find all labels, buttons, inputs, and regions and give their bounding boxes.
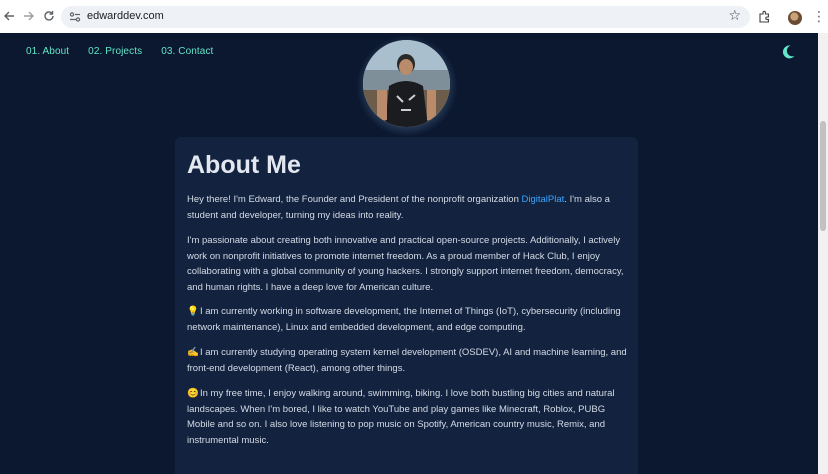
scrollbar-thumb[interactable] [820,121,826,231]
about-paragraph-studying: ✍I am currently studying operating syste… [187,347,627,374]
url-text[interactable]: edwarddev.com [87,10,164,22]
main-nav: 01. About 02. Projects 03. Contact [26,46,232,57]
browser-toolbar: edwarddev.com ☆ ⋮ [0,0,828,34]
forward-arrow-icon[interactable] [20,7,38,25]
reload-icon[interactable] [40,7,58,25]
page-viewport: 01. About 02. Projects 03. Contact About… [0,33,818,474]
address-bar[interactable]: edwarddev.com ☆ [61,6,750,28]
writing-hand-icon: ✍ [187,347,199,358]
smiling-face-icon: 😊 [187,388,199,399]
nav-link-contact[interactable]: 03. Contact [161,46,213,57]
digitalplat-link[interactable]: DigitalPlat [522,194,565,205]
about-title: About Me [187,151,301,179]
bookmark-star-icon[interactable]: ☆ [728,8,741,24]
about-paragraph-intro: Hey there! I'm Edward, the Founder and P… [187,194,610,221]
extensions-icon[interactable] [755,7,773,25]
page-scrollbar[interactable] [818,33,828,474]
moon-icon[interactable] [780,44,796,60]
browser-menu-icon[interactable]: ⋮ [812,10,826,24]
about-card: About Me Hey there! I'm Edward, the Foun… [175,137,638,474]
about-paragraph-freetime: 😊In my free time, I enjoy walking around… [187,388,615,446]
lightbulb-icon: 💡 [187,306,199,317]
nav-link-projects[interactable]: 02. Projects [88,46,142,57]
about-paragraph-working: 💡I am currently working in software deve… [187,306,621,333]
profile-avatar[interactable] [788,11,802,25]
nav-link-about[interactable]: 01. About [26,46,69,57]
back-arrow-icon[interactable] [0,7,18,25]
about-paragraph-passion: I'm passionate about creating both innov… [187,235,624,293]
site-info-icon[interactable] [68,10,82,24]
profile-photo [363,40,450,127]
